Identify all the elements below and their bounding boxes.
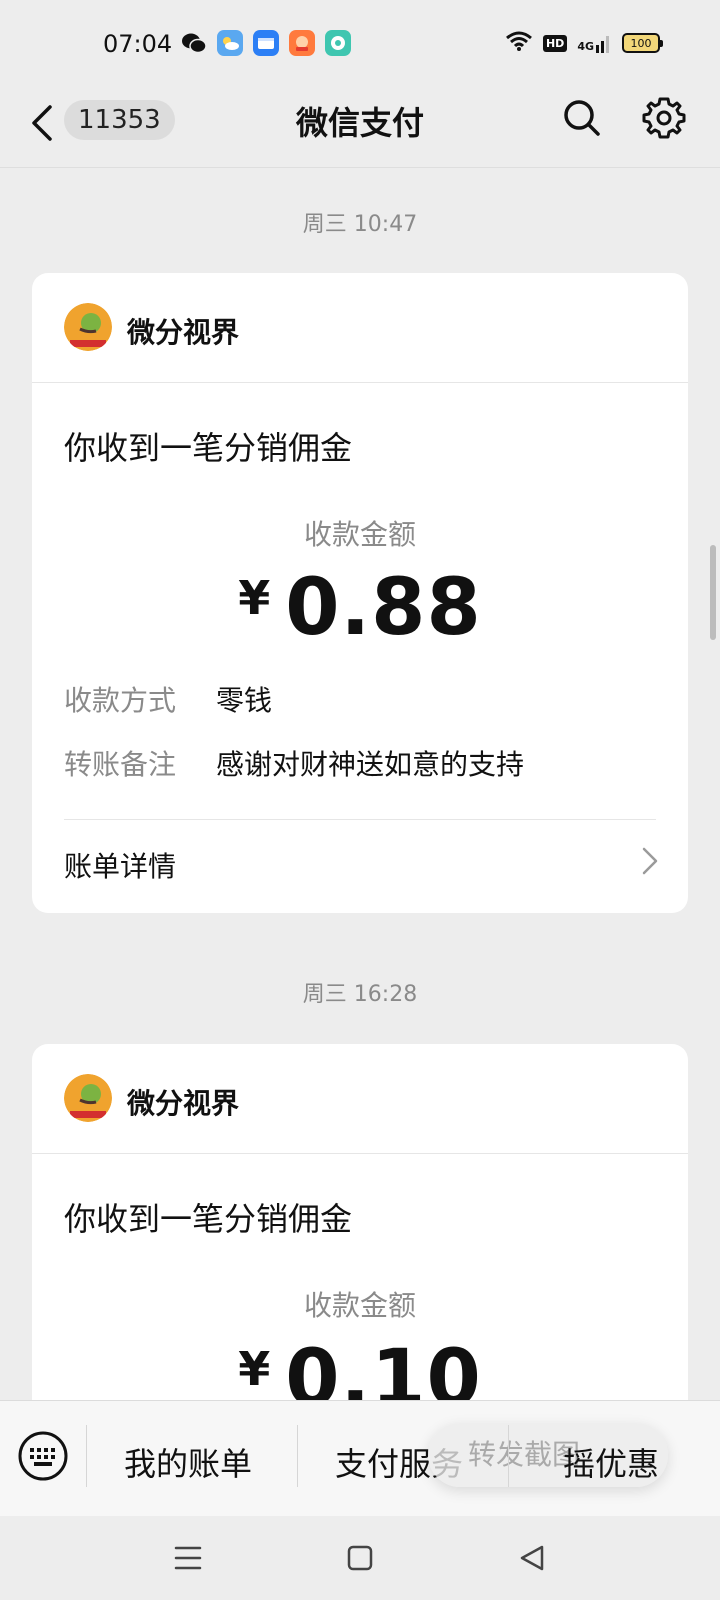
system-indicators: HD 4G 100: [505, 30, 663, 56]
nav-bar: 11353 微信支付: [0, 88, 720, 168]
status-time: 07:04: [103, 30, 173, 58]
currency-symbol: ¥: [238, 1342, 272, 1396]
payment-method-label: 收款方式: [64, 684, 177, 717]
notification-icons: [181, 30, 351, 56]
sender-avatar[interactable]: [64, 1074, 112, 1122]
home-icon[interactable]: [342, 1542, 378, 1574]
hd-icon: HD: [542, 34, 568, 52]
divider: [64, 819, 656, 820]
status-bar: 07:04 HD 4G 100: [0, 0, 720, 88]
amount-number: 0.88: [285, 563, 482, 653]
shopping-app-icon: [289, 30, 315, 56]
chat-app-icon: [325, 30, 351, 56]
bottom-menu: 我的账单 支付服务 转发截图 摇优惠: [0, 1400, 720, 1516]
message-title: 你收到一笔分销佣金: [64, 429, 353, 467]
network-type: 4G: [577, 40, 594, 53]
menu-divider: [297, 1425, 298, 1487]
amount-label: 收款金额: [303, 1289, 416, 1322]
message-timestamp: 周三 10:47: [302, 212, 418, 237]
message-title: 你收到一笔分销佣金: [64, 1200, 353, 1238]
currency-symbol: ¥: [238, 571, 272, 625]
message-timestamp: 周三 16:28: [302, 982, 418, 1007]
wifi-icon: [505, 30, 533, 56]
wechat-icon: [181, 30, 207, 56]
page-title: 微信支付: [295, 104, 424, 142]
menu-icon[interactable]: [170, 1542, 206, 1574]
transfer-note-label: 转账备注: [64, 748, 177, 781]
menu-divider: [508, 1425, 509, 1487]
transfer-note-row: 转账备注 感谢对财神送如意的支持: [64, 743, 524, 783]
card-header: 微分视界: [32, 1044, 688, 1154]
chevron-right-icon: [640, 845, 660, 877]
amount-value: ¥0.88: [32, 563, 688, 653]
search-icon[interactable]: [562, 98, 602, 138]
sender-name[interactable]: 微分视界: [127, 1082, 239, 1122]
menu-divider: [86, 1425, 87, 1487]
keyboard-icon[interactable]: [18, 1431, 68, 1481]
payment-notice-card[interactable]: 微分视界 你收到一笔分销佣金 收款金额 ¥0.88 收款方式 零钱 转账备注 感谢对…: [32, 273, 688, 913]
sender-avatar[interactable]: [64, 303, 112, 351]
my-bills-menu[interactable]: 我的账单: [124, 1439, 252, 1485]
transfer-note-value: 感谢对财神送如意的支持: [216, 748, 525, 781]
weather-icon: [217, 30, 243, 56]
files-icon: [253, 30, 279, 56]
system-nav-bar: [0, 1516, 720, 1600]
amount-label: 收款金额: [303, 518, 416, 551]
bill-detail-link[interactable]: 账单详情: [64, 845, 176, 885]
battery-icon: 100: [622, 33, 663, 53]
sender-name[interactable]: 微分视界: [127, 311, 239, 351]
payment-method-value: 零钱: [216, 684, 273, 717]
shake-discount-menu[interactable]: 摇优惠: [563, 1439, 659, 1485]
card-header: 微分视界: [32, 273, 688, 383]
signal-icon: 4G: [577, 33, 612, 53]
payment-method-row: 收款方式 零钱: [64, 679, 272, 719]
settings-gear-icon[interactable]: [642, 96, 686, 140]
back-triangle-icon[interactable]: [514, 1542, 550, 1574]
payment-notice-card[interactable]: 微分视界 你收到一笔分销佣金 收款金额 ¥0.10: [32, 1044, 688, 1444]
scrollbar[interactable]: [710, 545, 716, 640]
